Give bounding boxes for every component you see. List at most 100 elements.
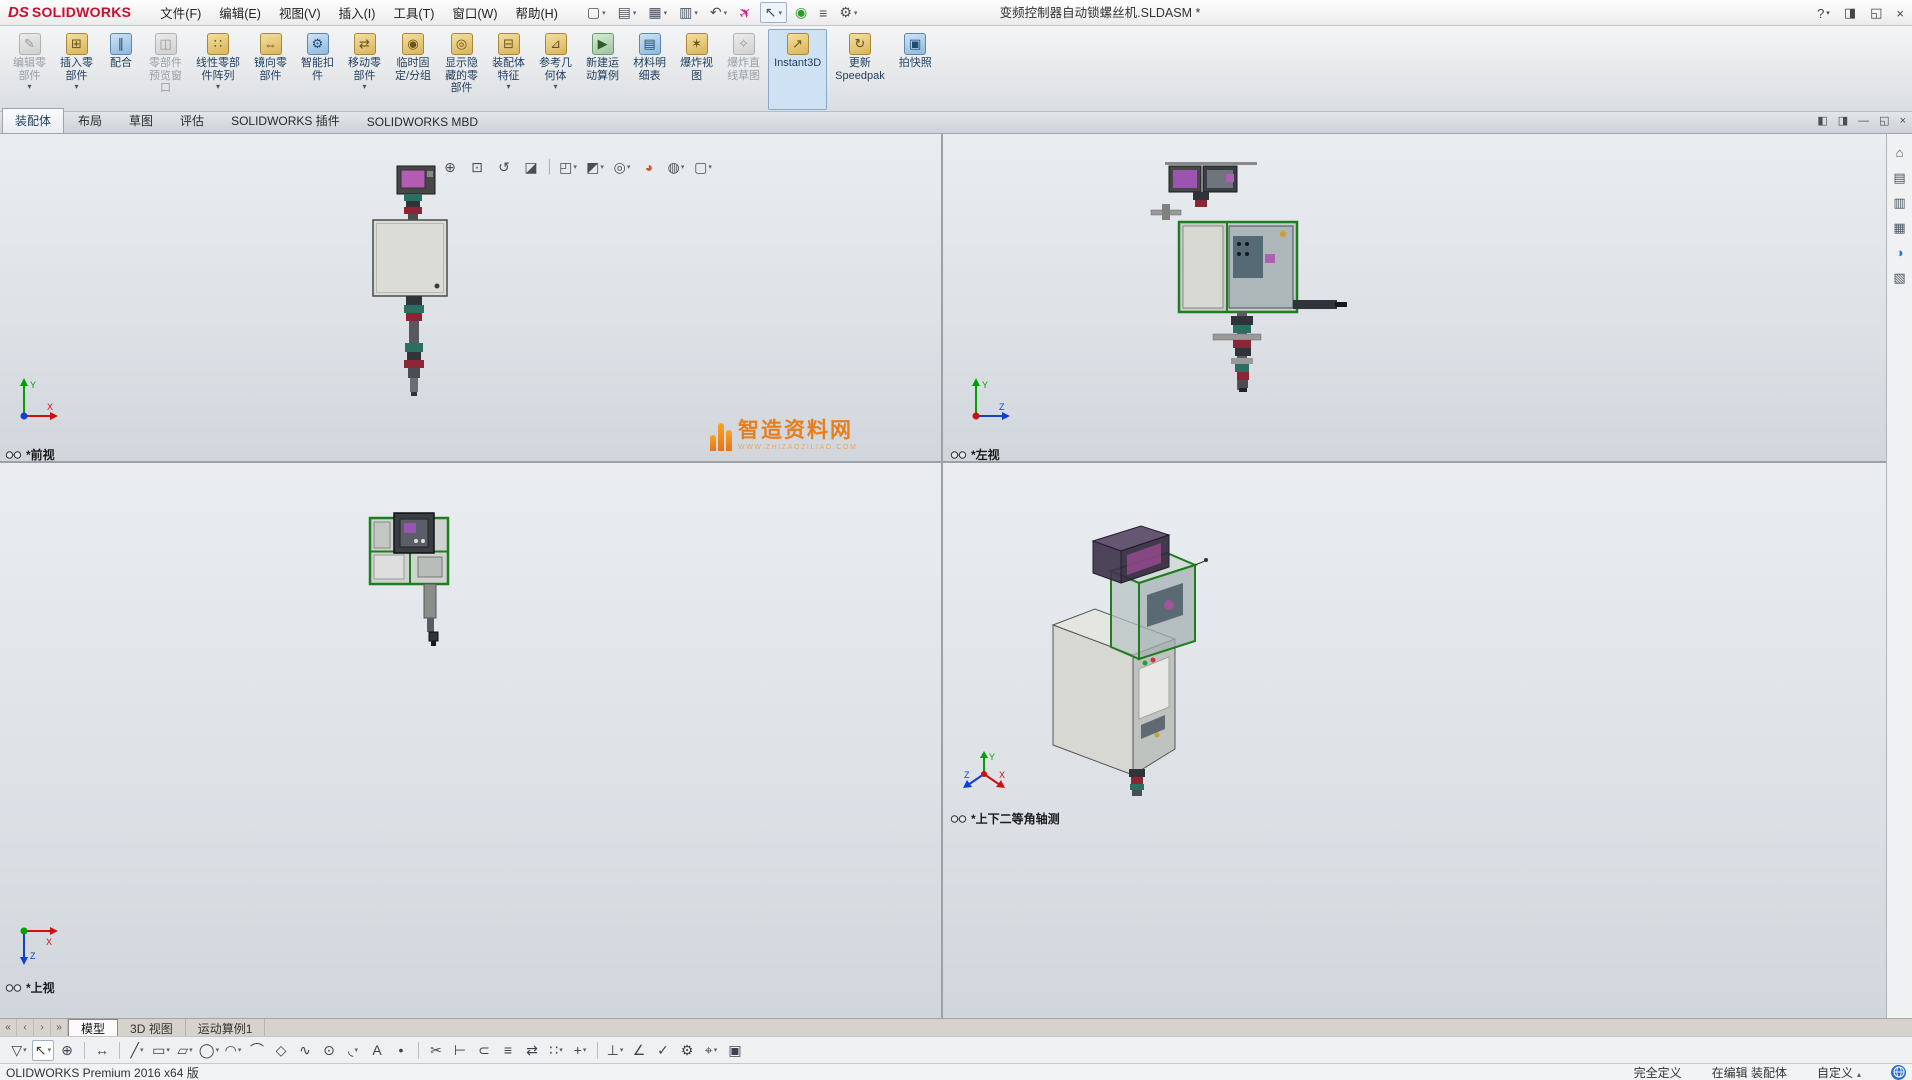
circle-icon[interactable]: ◯▾: [198, 1040, 220, 1061]
help-button[interactable]: ?▾: [1817, 6, 1830, 21]
mate-button[interactable]: ∥ 配合 ▾: [101, 29, 141, 110]
units-globe-icon[interactable]: [1891, 1065, 1906, 1080]
file-properties-button[interactable]: ≡▾: [815, 4, 831, 22]
section-view-icon[interactable]: ◪▾: [519, 156, 543, 178]
command-tab[interactable]: 布局: [65, 108, 115, 133]
view-palette-icon[interactable]: ▦: [1889, 217, 1911, 238]
exploded-view-button[interactable]: ✶ 爆炸视 图 ▾: [674, 29, 719, 110]
tangent-arc-icon[interactable]: ⌒▾: [246, 1040, 268, 1061]
close-window-button[interactable]: ×▾: [1896, 6, 1904, 21]
sketchbar-separator[interactable]: ▾: [418, 1042, 419, 1059]
sheet-tab[interactable]: 运动算例1: [186, 1019, 266, 1036]
menu-item[interactable]: 编辑(E): [210, 0, 270, 25]
view-orientation-icon[interactable]: ◰▾: [556, 156, 580, 178]
design-library-icon[interactable]: ▤: [1889, 167, 1911, 188]
menu-item[interactable]: 插入(I): [330, 0, 385, 25]
task-pane-toggle-button[interactable]: ◨▾: [1844, 5, 1856, 21]
sketch-picture-icon[interactable]: ▣▾: [724, 1040, 746, 1061]
rebuild-button[interactable]: ◉▾: [791, 3, 811, 22]
line-icon[interactable]: ╱▾: [126, 1040, 148, 1061]
whats-new-rocket-icon[interactable]: ✈▾: [731, 0, 760, 27]
command-tab[interactable]: 装配体: [2, 108, 64, 133]
menu-item[interactable]: 视图(V): [270, 0, 330, 25]
corner-rectangle-icon[interactable]: ▭▾: [150, 1040, 172, 1061]
left-view-model[interactable]: [943, 134, 1886, 461]
temporary-fix-group-button[interactable]: ◉ 临时固 定/分组 ▾: [389, 29, 437, 110]
instant3d-button[interactable]: ↗ Instant3D ▾: [768, 29, 827, 110]
mirror-entities-icon[interactable]: ⇄▾: [521, 1040, 543, 1061]
save-button[interactable]: ▦▾: [644, 3, 671, 22]
restore-document-button[interactable]: ◱: [1879, 114, 1889, 127]
insert-components-button[interactable]: ⊞ 插入零 部件 ▾: [54, 29, 99, 110]
next-sheet-button[interactable]: ›: [34, 1019, 51, 1036]
viewport-splitter-horizontal[interactable]: [0, 461, 1886, 463]
fully-define-sketch-icon[interactable]: ✓▾: [652, 1040, 674, 1061]
open-file-button[interactable]: ▤▾: [614, 3, 641, 22]
status-custom-dropdown[interactable]: 自定义▴: [1817, 1064, 1861, 1080]
sheet-tab[interactable]: 3D 视图: [118, 1019, 186, 1036]
edit-appearance-icon[interactable]: ◕▾: [637, 156, 661, 178]
display-style-icon[interactable]: ◩▾: [583, 156, 607, 178]
offset-entities-icon[interactable]: ≡▾: [497, 1040, 519, 1061]
command-tab[interactable]: SOLIDWORKS MBD: [354, 111, 491, 133]
last-sheet-button[interactable]: »: [51, 1019, 68, 1036]
view-settings-icon[interactable]: ▢▾: [691, 156, 715, 178]
update-speedpak-button[interactable]: ↻ 更新 Speedpak ▾: [829, 29, 891, 110]
move-entities-icon[interactable]: +▾: [569, 1040, 591, 1061]
isometric-view-model[interactable]: [943, 463, 1886, 1018]
mirror-components-button[interactable]: ⇔ 镜向零 部件 ▾: [248, 29, 293, 110]
spline-icon[interactable]: ∿▾: [294, 1040, 316, 1061]
reference-geometry-button[interactable]: ⊿ 参考几 何体 ▾: [533, 29, 578, 110]
magnified-selection-icon[interactable]: ⊕▾: [56, 1040, 78, 1061]
command-tab[interactable]: 评估: [167, 108, 217, 133]
sketchbar-separator[interactable]: ▾: [597, 1042, 598, 1059]
close-document-button[interactable]: ×: [1900, 115, 1906, 127]
front-view-model[interactable]: [0, 134, 941, 461]
first-sheet-button[interactable]: «: [0, 1019, 17, 1036]
previous-view-icon[interactable]: ↺▾: [492, 156, 516, 178]
custom-properties-icon[interactable]: ▧: [1889, 267, 1911, 288]
menu-item[interactable]: 窗口(W): [443, 0, 506, 25]
select-tool-icon[interactable]: ↖▾: [32, 1040, 54, 1061]
sketchbar-separator[interactable]: ▾: [119, 1042, 120, 1059]
next-pane-icon[interactable]: ◨: [1838, 114, 1848, 127]
options-button[interactable]: ⚙▾: [835, 3, 861, 22]
trim-entities-icon[interactable]: ✂▾: [425, 1040, 447, 1061]
linear-sketch-pattern-icon[interactable]: ∷▾: [545, 1040, 567, 1061]
show-hidden-components-button[interactable]: ◎ 显示隐 藏的零 部件 ▾: [439, 29, 484, 110]
solidworks-resources-icon[interactable]: ⌂: [1889, 142, 1911, 163]
menu-item[interactable]: 工具(T): [384, 0, 443, 25]
explode-line-sketch-button[interactable]: ✧ 爆炸直 线草图 ▾: [721, 29, 766, 110]
apply-scene-icon[interactable]: ◍▾: [664, 156, 688, 178]
new-motion-study-button[interactable]: ▶ 新建运 动算例 ▾: [580, 29, 625, 110]
point-icon[interactable]: •▾: [390, 1040, 412, 1061]
sketch-fillet-icon[interactable]: ◟▾: [342, 1040, 364, 1061]
previous-pane-icon[interactable]: ◧: [1817, 114, 1827, 127]
smart-fasteners-button[interactable]: ⚙ 智能扣 件 ▾: [295, 29, 340, 110]
file-explorer-icon[interactable]: ▥: [1889, 192, 1911, 213]
headsup-separator[interactable]: ▾: [549, 159, 550, 175]
linear-component-pattern-button[interactable]: ∷ 线性零部 件阵列 ▾: [190, 29, 246, 110]
bill-of-materials-button[interactable]: ▤ 材料明 细表 ▾: [627, 29, 672, 110]
command-tab[interactable]: 草图: [116, 108, 166, 133]
edit-component-button[interactable]: ✎ 编辑零 部件 ▾: [7, 29, 52, 110]
quick-snaps-icon[interactable]: ⌖▾: [700, 1040, 722, 1061]
component-preview-window-button[interactable]: ◫ 零部件 预览窗 口 ▾: [143, 29, 188, 110]
hide-show-items-icon[interactable]: ◎▾: [610, 156, 634, 178]
sketchbar-separator[interactable]: ▾: [84, 1042, 85, 1059]
polygon-icon[interactable]: ◇▾: [270, 1040, 292, 1061]
add-relation-icon[interactable]: ∠▾: [628, 1040, 650, 1061]
extend-entities-icon[interactable]: ⊢▾: [449, 1040, 471, 1061]
take-snapshot-button[interactable]: ▣ 拍快照 ▾: [893, 29, 938, 110]
move-component-button[interactable]: ⇄ 移动零 部件 ▾: [342, 29, 387, 110]
minimize-document-button[interactable]: —: [1858, 115, 1869, 127]
new-document-button[interactable]: ▢▾: [583, 3, 610, 22]
display-relations-icon[interactable]: ⊥▾: [604, 1040, 626, 1061]
assembly-features-button[interactable]: ⊟ 装配体 特征 ▾: [486, 29, 531, 110]
previous-sheet-button[interactable]: ‹: [17, 1019, 34, 1036]
repair-sketch-icon[interactable]: ⚙▾: [676, 1040, 698, 1061]
undo-button[interactable]: ↶▾: [706, 3, 731, 22]
zoom-area-icon[interactable]: ⊡▾: [465, 156, 489, 178]
select-cursor-button[interactable]: ↖▾: [760, 2, 787, 23]
viewport-splitter-vertical[interactable]: [941, 134, 943, 1018]
